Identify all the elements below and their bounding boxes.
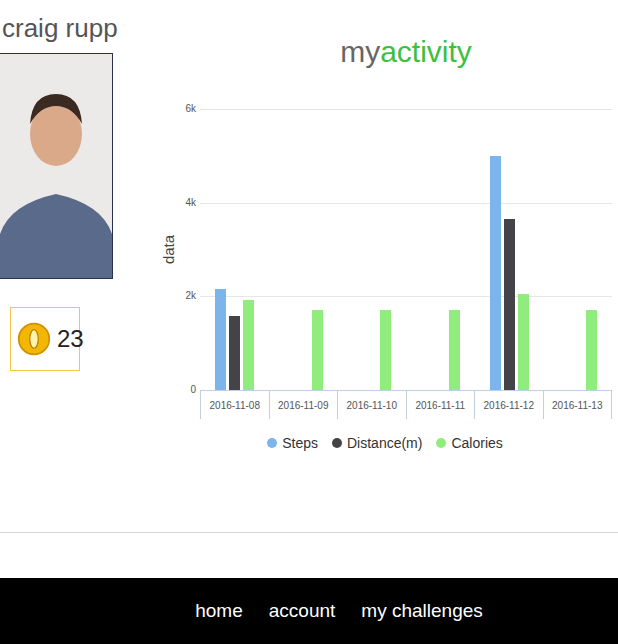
grid-line	[200, 109, 612, 203]
profile-photo	[0, 53, 113, 279]
x-tick: 2016-11-09	[269, 391, 338, 419]
x-label: 2016-11-09	[278, 400, 328, 411]
plot-area	[200, 109, 612, 391]
y-axis-title: data	[161, 235, 178, 264]
spacer	[0, 533, 618, 578]
main-area: craig rupp 23 myactivity data 6k 4k 2k 0 2016-11…	[0, 0, 618, 533]
y-tick: 4k	[185, 197, 196, 209]
legend-item[interactable]: Distance(m)	[332, 435, 422, 451]
nav-link[interactable]: home	[195, 600, 243, 622]
bar-group	[269, 109, 338, 390]
legend-label: Steps	[282, 435, 318, 451]
page: craig rupp 23 myactivity data 6k 4k 2k 0 2016-11…	[0, 0, 618, 644]
person-icon	[0, 54, 112, 278]
coin-badge: 23	[10, 307, 80, 371]
footer-nav: home account my challenges	[0, 578, 618, 644]
bar[interactable]	[229, 316, 240, 390]
y-tick: 0	[190, 384, 196, 396]
plot-column: 2016-11-08 2016-11-09 2016-11-10 2016-11-11…	[200, 109, 612, 419]
y-axis-ticks: 6k 4k 2k 0	[180, 103, 196, 396]
legend-dot-icon	[332, 438, 342, 448]
bars-layer	[200, 109, 612, 390]
bar[interactable]	[518, 294, 529, 390]
page-title: myactivity	[158, 0, 612, 75]
bar[interactable]	[312, 310, 323, 390]
bar[interactable]	[490, 156, 501, 390]
x-tick: 2016-11-10	[337, 391, 406, 419]
profile-panel: craig rupp 23	[0, 0, 118, 532]
chart-legend: Steps Distance(m) Calories	[158, 435, 612, 451]
legend-dot-icon	[436, 438, 446, 448]
legend-label: Calories	[451, 435, 502, 451]
x-label: 2016-11-12	[484, 400, 534, 411]
legend-dot-icon	[267, 438, 277, 448]
x-label: 2016-11-11	[415, 400, 465, 411]
activity-chart: data6k4k2k02016-11-082016-11-092016-11-1…	[158, 109, 612, 451]
bar[interactable]	[215, 289, 226, 390]
activity-panel: myactivitydata6k4k2k02016-11-082016-11-0…	[118, 0, 618, 532]
grid-line	[200, 296, 612, 390]
y-axis-title-box: data	[158, 109, 180, 390]
grid-line	[200, 203, 612, 297]
x-tick: 2016-11-08	[200, 391, 269, 419]
user-name: craig rupp	[0, 0, 118, 53]
legend-item[interactable]: Steps	[267, 435, 318, 451]
nav-link[interactable]: my challenges	[361, 600, 482, 622]
bar-group	[337, 109, 406, 390]
title-prefix: my	[340, 35, 380, 68]
bar-group	[475, 109, 544, 390]
y-tick: 6k	[185, 103, 196, 115]
bar[interactable]	[380, 310, 391, 390]
bar[interactable]	[243, 300, 254, 390]
x-label: 2016-11-08	[210, 400, 260, 411]
x-label: 2016-11-13	[552, 400, 602, 411]
x-label: 2016-11-10	[347, 400, 397, 411]
bar[interactable]	[504, 219, 515, 390]
bar[interactable]	[586, 310, 597, 390]
bar[interactable]	[449, 310, 460, 390]
nav-link[interactable]: account	[269, 600, 336, 622]
chart-body: data6k4k2k02016-11-082016-11-092016-11-1…	[158, 109, 612, 419]
title-accent: activity	[380, 35, 472, 68]
coin-count: 23	[57, 325, 84, 353]
x-tick: 2016-11-12	[474, 391, 543, 419]
bar-group	[200, 109, 269, 390]
x-axis: 2016-11-08 2016-11-09 2016-11-10 2016-11-11…	[200, 391, 612, 419]
x-tick: 2016-11-13	[543, 391, 613, 419]
x-tick: 2016-11-11	[406, 391, 475, 419]
bar-group	[543, 109, 612, 390]
coin-icon	[17, 322, 51, 356]
legend-label: Distance(m)	[347, 435, 422, 451]
legend-item[interactable]: Calories	[436, 435, 502, 451]
y-tick: 2k	[185, 290, 196, 302]
bar-group	[406, 109, 475, 390]
